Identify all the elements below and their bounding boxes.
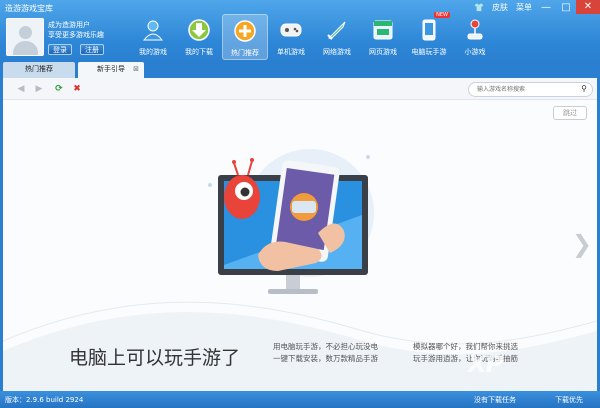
register-button[interactable]: 注册: [80, 44, 104, 55]
avatar-head-shape: [19, 26, 32, 39]
header-bar: 造游游戏宝库 👕 皮肤 菜单 — □ ✕ 成为造游用户 享受更多游戏乐趣 登录 …: [0, 0, 600, 62]
joystick-icon: [463, 18, 487, 42]
tab-newbie-guide[interactable]: 新手引导 ⊠: [78, 62, 144, 78]
main-panel: ◀ ▶ ⟳ ✖ ⚲ 跳过 ❯: [3, 78, 597, 391]
guide-illustration: [208, 149, 374, 294]
nav-label: 电脑玩手游: [411, 48, 447, 56]
minimize-button[interactable]: —: [536, 2, 556, 13]
close-tab-icon[interactable]: ⊠: [133, 62, 139, 77]
tab-label: 新手引导: [97, 65, 125, 73]
user-prompt: 成为造游用户: [48, 21, 90, 29]
my-games-icon: [141, 18, 165, 42]
nav-web-games[interactable]: 网页游戏: [360, 14, 406, 60]
nav-label: 我的下载: [185, 48, 213, 56]
desc-line: 用电脑玩手游，不必担心玩没电: [273, 342, 378, 351]
refresh-icon[interactable]: ⟳: [53, 83, 65, 95]
watermark-logo: XP: [468, 350, 503, 378]
nav-label: 我的游戏: [139, 48, 167, 56]
hot-picks-icon: [233, 19, 257, 43]
nav-pc-mobile-games[interactable]: NEW 电脑玩手游: [406, 12, 452, 60]
skin-button[interactable]: 皮肤: [488, 2, 512, 13]
guide-desc-1: 用电脑玩手游，不必担心玩没电 一键下载安装，数万款精品手游: [273, 341, 378, 365]
search-input[interactable]: [469, 83, 574, 96]
toolbar: ◀ ▶ ⟳ ✖ ⚲: [3, 78, 597, 100]
guide-content: 跳过 ❯ 电脑上可以玩手游了 用电脑玩手游，不必担心玩没电 一键下载安装，数万款…: [3, 100, 597, 391]
nav-my-downloads[interactable]: 我的下载: [176, 14, 222, 60]
login-button[interactable]: 登录: [48, 44, 72, 55]
next-arrow-icon[interactable]: ❯: [572, 230, 592, 258]
tab-bar: 热门推荐 新手引导 ⊠: [0, 62, 600, 78]
app-title: 造游游戏宝库: [5, 4, 53, 13]
nav-label: 单机游戏: [277, 48, 305, 56]
guide-tagline: 电脑上可以玩手游了: [69, 347, 241, 369]
gamepad-icon: [279, 18, 303, 42]
skip-button[interactable]: 跳过: [553, 106, 587, 120]
nav-hot-picks[interactable]: 热门推荐: [222, 14, 268, 60]
back-icon[interactable]: ◀: [15, 83, 27, 95]
desc-line: 一键下载安装，数万款精品手游: [273, 354, 378, 363]
forward-icon[interactable]: ▶: [33, 83, 45, 95]
status-bar: 版本：2.9.6 build 2924 没有下载任务 下载优先: [0, 391, 600, 408]
sword-icon: [325, 18, 349, 42]
menu-button[interactable]: 菜单: [512, 2, 536, 13]
download-status[interactable]: 没有下载任务: [474, 395, 516, 405]
skin-icon[interactable]: 👕: [470, 3, 488, 12]
nav-label: 热门推荐: [231, 49, 259, 57]
avatar[interactable]: [6, 18, 44, 56]
avatar-body-shape: [13, 41, 38, 55]
tab-hot-picks[interactable]: 热门推荐: [3, 62, 75, 78]
desc-line: 模拟器哪个好，我们帮你来挑选: [413, 342, 518, 351]
download-icon: [187, 18, 211, 42]
nav-label: 网页游戏: [369, 48, 397, 56]
download-priority-toggle[interactable]: 下载优先: [555, 395, 583, 405]
stop-icon[interactable]: ✖: [71, 83, 83, 95]
desc-line: 玩手游用逍游，让你玩到手抽筋: [413, 354, 518, 363]
nav-label: 小游戏: [464, 48, 486, 56]
nav-my-games[interactable]: 我的游戏: [130, 14, 176, 60]
guide-desc-2: 模拟器哪个好，我们帮你来挑选 玩手游用逍游，让你玩到手抽筋: [413, 341, 518, 365]
nav-mini-games[interactable]: 小游戏: [452, 14, 498, 60]
version-label: 版本：2.9.6 build 2924: [5, 396, 84, 404]
phone-icon: [417, 18, 441, 42]
nav-label: 网络游戏: [323, 48, 351, 56]
window-controls: 👕 皮肤 菜单 — □ ✕: [470, 0, 600, 14]
new-badge: NEW: [434, 12, 450, 18]
close-button[interactable]: ✕: [576, 0, 600, 14]
web-games-icon: [371, 18, 395, 42]
search-icon[interactable]: ⚲: [581, 84, 587, 93]
main-nav: 我的游戏 我的下载 热门推荐 单机游戏 网络游戏 网页游戏 NEW 电脑玩手游 …: [130, 12, 498, 60]
maximize-button[interactable]: □: [556, 2, 576, 13]
search-box: ⚲: [468, 82, 593, 97]
nav-online-games[interactable]: 网络游戏: [314, 14, 360, 60]
user-subprompt: 享受更多游戏乐趣: [48, 31, 104, 39]
nav-single-player[interactable]: 单机游戏: [268, 14, 314, 60]
